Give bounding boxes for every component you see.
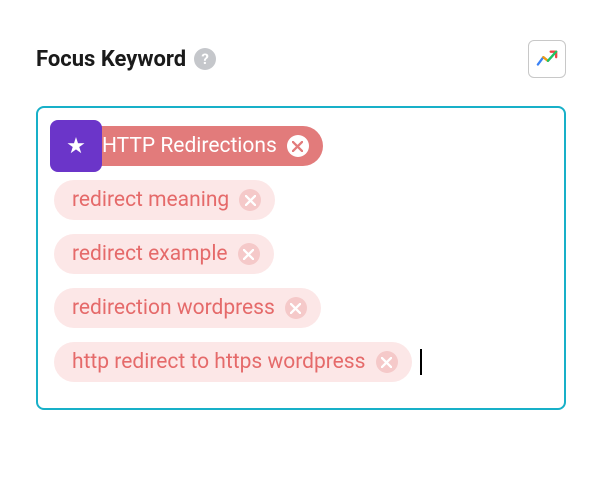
keyword-row: http redirect to https wordpress	[54, 342, 548, 382]
close-icon	[292, 141, 303, 152]
text-cursor	[420, 349, 422, 375]
keyword-label: HTTP Redirections	[102, 134, 277, 158]
keyword-tag[interactable]: redirect example	[54, 234, 274, 274]
keyword-tag[interactable]: redirection wordpress	[54, 288, 321, 328]
keyword-tag[interactable]: redirect meaning	[54, 180, 275, 220]
close-icon	[243, 249, 254, 260]
keyword-row: redirection wordpress	[54, 288, 548, 328]
primary-keyword-wrap: ★ HTTP Redirections	[54, 126, 548, 166]
remove-keyword-button[interactable]	[376, 351, 398, 373]
keyword-tag[interactable]: http redirect to https wordpress	[54, 342, 412, 382]
remove-keyword-button[interactable]	[239, 189, 261, 211]
page-title: Focus Keyword	[36, 47, 186, 72]
close-icon	[245, 195, 256, 206]
remove-keyword-button[interactable]	[287, 135, 309, 157]
focus-keyword-header: Focus Keyword ?	[36, 40, 566, 78]
keyword-input-box[interactable]: ★ HTTP Redirections redirect meaning red…	[36, 106, 566, 410]
keyword-label: redirect meaning	[72, 188, 229, 212]
primary-star-highlight[interactable]: ★	[50, 120, 102, 172]
close-icon	[290, 303, 301, 314]
remove-keyword-button[interactable]	[238, 243, 260, 265]
keyword-row: redirect example	[54, 234, 548, 274]
keyword-label: redirection wordpress	[72, 296, 275, 320]
trends-icon	[536, 48, 558, 70]
header-left: Focus Keyword ?	[36, 47, 216, 72]
keyword-label: redirect example	[72, 242, 228, 266]
remove-keyword-button[interactable]	[285, 297, 307, 319]
keyword-label: http redirect to https wordpress	[72, 350, 366, 374]
close-icon	[381, 357, 392, 368]
trends-button[interactable]	[528, 40, 566, 78]
keyword-row: redirect meaning	[54, 180, 548, 220]
help-icon[interactable]: ?	[194, 48, 216, 70]
star-icon: ★	[66, 134, 86, 159]
